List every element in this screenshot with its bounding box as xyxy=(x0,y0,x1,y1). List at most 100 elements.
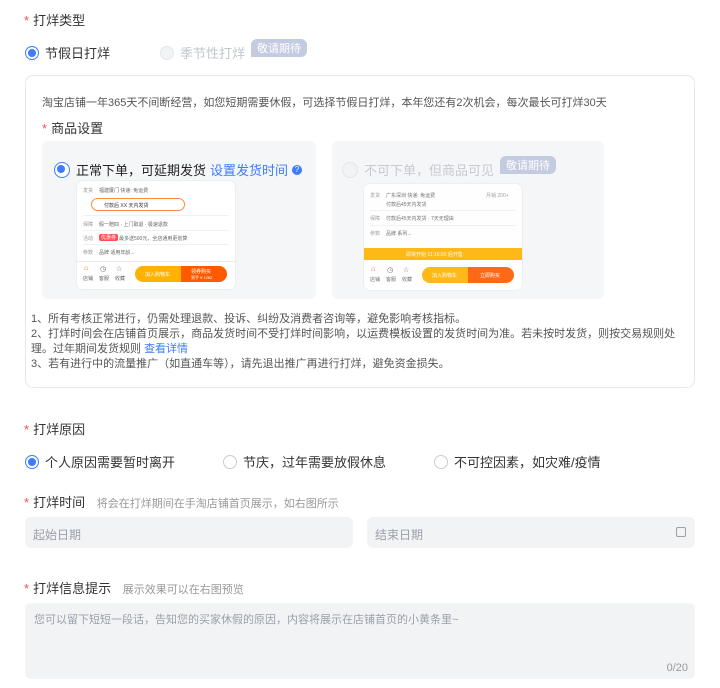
note-1: 1、所有考核正常进行，仍需处理退款、投诉、纠纷及消费者咨询等，避免影响考核指标。 xyxy=(31,313,467,325)
time-section-title: * 打烊时间 将会在打烊期间在手淘店铺首页展示，如右图所示 xyxy=(24,492,339,511)
preview-phone-no-order: 发货 广东深圳 快递: 免运费 月销 200+ 付款后45天内发货 保障 付款后… xyxy=(364,184,522,290)
settings-intro-text: 淘宝店铺一年365天不间断经营，如您短期需要休假，可选择节假日打烊，本年您还有2… xyxy=(42,97,607,109)
note-2-text: 2、打烊时间会在店铺首页展示，商品发货时间不受打烊时间影响，以运费模板设置的发货… xyxy=(31,328,676,355)
start-date-placeholder: 起始日期 xyxy=(33,528,82,542)
mock-row-key: 保障 xyxy=(370,216,381,222)
reason-force-majeure-label: 不可控因素，如灾难/疫情 xyxy=(454,455,601,470)
message-placeholder: 您可以留下短短一段话，告知您的买家休假的原因，内容将展示在店铺首页的小黄条里~ xyxy=(34,614,459,626)
mock-row-value: 假一赔四 · 上门取退 · 极速退款 xyxy=(99,222,168,228)
radio-season-label: 季节性打烊 xyxy=(180,46,246,61)
required-asterisk: * xyxy=(24,13,30,28)
mock-nav-label: 店铺 xyxy=(83,276,94,282)
mock-shipping-pill: 付款后 XX 天内发货 xyxy=(91,198,185,211)
closing-notes: 1、所有考核正常进行，仍需处理退款、投诉、纠纷及消费者咨询等，避免影响考核指标。… xyxy=(31,312,686,372)
mock-nav-label: 客服 xyxy=(99,276,110,282)
mock-row-value: 最多送500元，全店通用更划算 xyxy=(119,236,188,242)
mock-divider xyxy=(370,210,516,211)
card-no-order-title: 不可下单，但商品可见 xyxy=(364,163,495,178)
help-icon[interactable]: ? xyxy=(292,164,303,175)
char-counter: 0/20 xyxy=(666,662,688,674)
required-asterisk: * xyxy=(24,495,30,510)
mock-cart-button: 加入购物车 xyxy=(135,266,181,282)
mock-divider xyxy=(83,230,229,231)
radio-reason-personal[interactable]: 个人原因需要暂时离开 xyxy=(25,452,175,471)
mock-nav-label: 店铺 xyxy=(370,277,381,283)
radio-disabled-icon xyxy=(160,45,174,60)
radio-unselected-icon[interactable] xyxy=(434,454,448,469)
info-label: 打烊信息提示 xyxy=(33,581,112,596)
mock-shop-icon: ⌂ xyxy=(371,266,376,273)
radio-disabled-icon xyxy=(342,161,358,178)
mock-row-value: 品牌 适用年龄... xyxy=(99,250,135,256)
radio-selected-icon[interactable] xyxy=(25,45,39,60)
end-date-input[interactable]: 结束日期 xyxy=(367,517,695,548)
set-shipping-time-link[interactable]: 设置发货时间 xyxy=(210,160,288,179)
reason-festival-label: 节庆，过年需要放假休息 xyxy=(243,455,387,470)
mock-star-icon: ☆ xyxy=(403,267,410,274)
option-card-normal-order[interactable]: 正常下单，可延期发货 设置发货时间 ? 发货 福建厦门 快递: 免运费 付款后 … xyxy=(42,141,316,299)
reason-label: 打烊原因 xyxy=(33,422,86,437)
required-asterisk: * xyxy=(24,581,30,596)
mock-divider xyxy=(77,261,235,262)
required-asterisk: * xyxy=(24,422,30,437)
card-normal-title: 正常下单，可延期发货 xyxy=(76,163,207,178)
option-card-no-order: 不可下单，但商品可见 敬请期待 发货 广东深圳 快递: 免运费 月销 200+ … xyxy=(332,141,604,299)
mock-buy-label: 领券购买 xyxy=(191,269,212,275)
mock-row-value: 品牌 系列... xyxy=(386,231,412,237)
mock-nav-label: 客服 xyxy=(386,277,397,283)
radio-holiday-label: 节假日打烊 xyxy=(45,46,111,61)
radio-unselected-icon[interactable] xyxy=(223,454,237,469)
mock-divider xyxy=(83,244,229,245)
calendar-icon[interactable] xyxy=(676,527,686,537)
mock-cart-label: 加入购物车 xyxy=(432,273,458,279)
mock-service-icon: ◷ xyxy=(387,267,394,274)
mock-divider xyxy=(83,215,229,216)
start-date-input[interactable]: 起始日期 xyxy=(25,517,353,548)
mock-row-value: 付款后45天内发货 · 7天无理由 xyxy=(386,216,454,222)
info-hint: 展示效果可以在右图预览 xyxy=(122,584,244,596)
preview-phone-normal: 发货 福建厦门 快递: 免运费 付款后 XX 天内发货 保障 假一赔四 · 上门… xyxy=(77,181,235,289)
mock-row-key: 参数 xyxy=(83,250,94,256)
mock-buy-button: 立即购买 xyxy=(468,267,514,283)
mock-row-subvalue: 付款后45天内发货 xyxy=(386,202,427,208)
coming-soon-badge: 敬请期待 xyxy=(500,155,557,174)
mock-service-icon: ◷ xyxy=(100,266,107,273)
mock-row-key: 发货 xyxy=(83,188,94,194)
mock-banner-text: 即将开始 11:16:00 后开售 xyxy=(406,252,463,258)
mock-nav-label: 收藏 xyxy=(115,276,126,282)
note-2: 2、打烊时间会在店铺首页展示，商品发货时间不受打烊时间影响，以运费模板设置的发货… xyxy=(31,327,686,357)
mock-coupon-tag: 优惠券 xyxy=(99,234,119,241)
mock-row-key: 参数 xyxy=(370,231,381,237)
mock-pill-text: 付款后 XX 天内发货 xyxy=(104,203,149,209)
card-no-order-radio-row: 不可下单，但商品可见 敬请期待 xyxy=(342,155,557,179)
mock-row-value: 福建厦门 快递: 免运费 xyxy=(99,188,149,194)
end-date-placeholder: 结束日期 xyxy=(375,528,424,542)
mock-cart-label: 加入购物车 xyxy=(145,272,171,278)
radio-reason-festival[interactable]: 节庆，过年需要放假休息 xyxy=(223,452,386,471)
mock-row-key: 保障 xyxy=(83,222,94,228)
mock-divider xyxy=(370,225,516,226)
mock-shop-icon: ⌂ xyxy=(84,265,89,272)
mock-nav-label: 收藏 xyxy=(402,277,413,283)
type-section-title: * 打烊类型 xyxy=(24,10,85,29)
mock-row-key: 发货 xyxy=(370,193,381,199)
required-asterisk: * xyxy=(42,121,48,136)
radio-selected-icon[interactable] xyxy=(25,454,39,469)
goods-settings-panel: 淘宝店铺一年365天不间断经营，如您短期需要休假，可选择节假日打烊，本年您还有2… xyxy=(25,75,695,388)
mock-cart-button: 加入购物车 xyxy=(422,267,468,283)
time-hint: 将会在打烊期间在手淘店铺首页展示，如右图所示 xyxy=(96,498,339,510)
reason-personal-label: 个人原因需要暂时离开 xyxy=(45,455,176,470)
radio-holiday-closing[interactable]: 节假日打烊 xyxy=(25,43,110,62)
view-details-link[interactable]: 查看详情 xyxy=(144,343,188,355)
closing-message-textarea[interactable]: 您可以留下短短一段话，告知您的买家休假的原因，内容将展示在店铺首页的小黄条里~ … xyxy=(25,603,695,679)
radio-selected-icon[interactable] xyxy=(54,161,70,178)
goods-settings-title: * 商品设置 xyxy=(42,118,103,137)
info-section-title: * 打烊信息提示 展示效果可以在右图预览 xyxy=(24,578,244,597)
coming-soon-badge: 敬请期待 xyxy=(251,38,308,57)
mock-buy-button: 领券购买 到手 ¥ 1262 xyxy=(181,266,227,282)
reason-section-title: * 打烊原因 xyxy=(24,419,85,438)
radio-reason-force-majeure[interactable]: 不可控因素，如灾难/疫情 xyxy=(434,452,601,471)
note-3: 3、若有进行中的流量推广（如直通车等），请先退出推广再进行打烊，避免资金损失。 xyxy=(31,358,450,370)
goods-label: 商品设置 xyxy=(51,121,104,136)
card-normal-radio-row[interactable]: 正常下单，可延期发货 设置发货时间 ? xyxy=(54,160,303,179)
